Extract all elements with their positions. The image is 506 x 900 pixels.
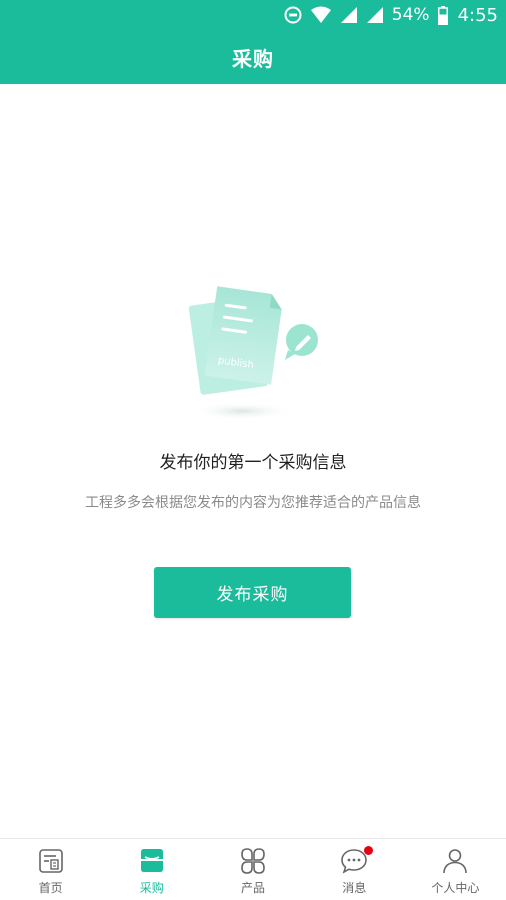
- screen: 54% 4:55 采购 publish 发布你的第一个采购信息 工程多多会根据您…: [0, 0, 506, 900]
- nav-item-message[interactable]: 消息: [304, 839, 405, 900]
- product-icon: [241, 848, 265, 874]
- battery-percentage: 54%: [391, 5, 430, 25]
- wifi-icon: [310, 6, 332, 24]
- bottom-nav: 首页 采购 产品 消息 个人中心: [0, 838, 506, 900]
- nav-item-product[interactable]: 产品: [202, 839, 303, 900]
- home-icon: [38, 849, 63, 873]
- do-not-disturb-icon: [284, 6, 302, 24]
- publish-purchase-button[interactable]: 发布采购: [154, 567, 351, 618]
- person-icon: [443, 849, 468, 874]
- clock: 4:55: [457, 4, 498, 26]
- empty-state-title: 发布你的第一个采购信息: [159, 453, 347, 473]
- empty-state-illustration: publish: [185, 280, 325, 425]
- nav-label-profile: 个人中心: [431, 881, 480, 895]
- battery-icon: [437, 5, 448, 25]
- app-bar: 采购: [0, 30, 506, 84]
- nav-label-purchase: 采购: [139, 881, 164, 895]
- nav-item-home[interactable]: 首页: [0, 839, 101, 900]
- nav-label-message: 消息: [342, 881, 367, 895]
- nav-item-profile[interactable]: 个人中心: [405, 839, 506, 900]
- empty-state-description: 工程多多会根据您发布的内容为您推荐适合的产品信息: [85, 495, 421, 511]
- message-badge-dot: [364, 846, 374, 855]
- status-bar: 54% 4:55: [0, 0, 506, 30]
- nav-label-product: 产品: [241, 881, 266, 895]
- page-title: 采购: [232, 46, 274, 71]
- signal-icon-2: [366, 6, 384, 24]
- purchase-icon: [140, 849, 163, 872]
- nav-item-purchase[interactable]: 采购: [101, 839, 202, 900]
- nav-label-home: 首页: [38, 881, 63, 895]
- signal-icon: [340, 6, 358, 24]
